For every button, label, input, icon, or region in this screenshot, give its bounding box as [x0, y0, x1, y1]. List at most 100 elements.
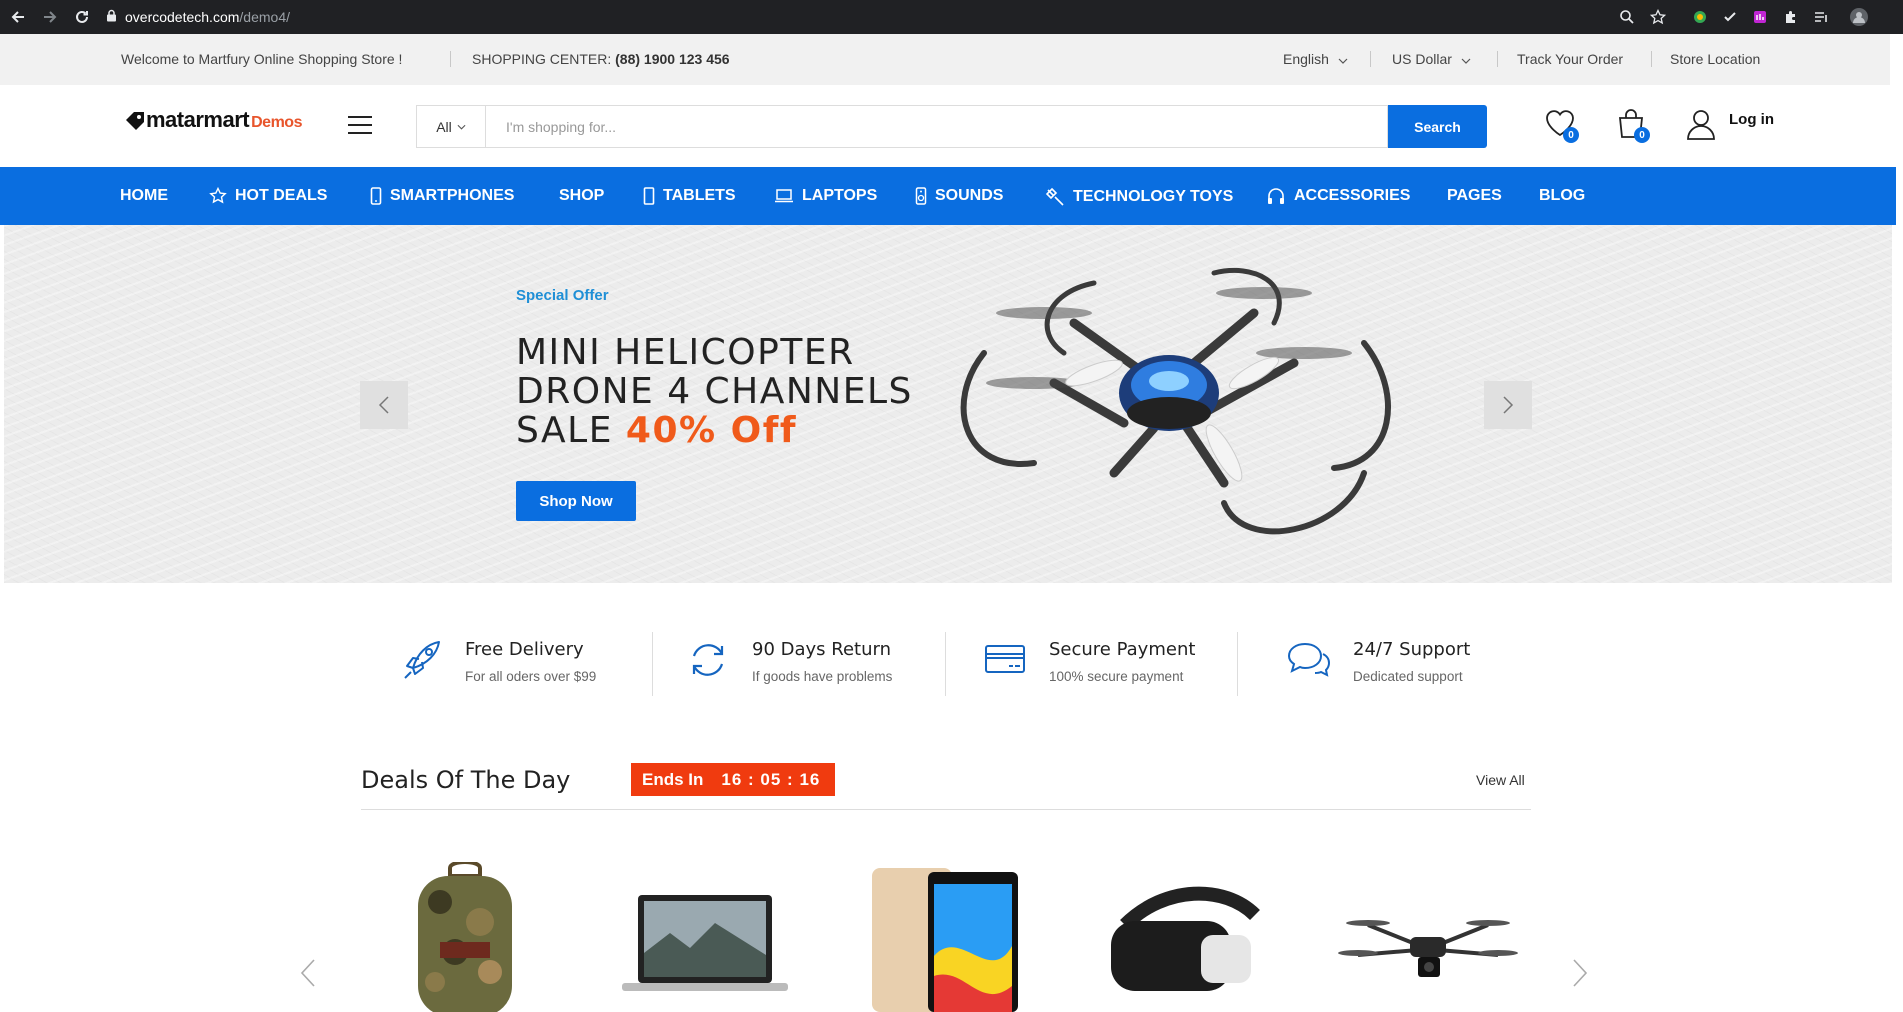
- nav-laptops[interactable]: LAPTOPS: [774, 187, 877, 205]
- language-label: English: [1283, 51, 1329, 67]
- back-icon[interactable]: [4, 3, 32, 31]
- nav-tablets[interactable]: TABLETS: [643, 187, 736, 205]
- chevron-down-icon: [1461, 58, 1471, 64]
- track-order-link[interactable]: Track Your Order: [1517, 51, 1623, 67]
- hero-line-3: SALE 40% Off: [516, 411, 913, 450]
- search-category-label: All: [436, 118, 452, 135]
- bookmark-star-icon[interactable]: [1646, 5, 1670, 29]
- nav-home[interactable]: HOME: [120, 187, 168, 205]
- reload-icon[interactable]: [68, 3, 96, 31]
- nav-smartphones[interactable]: SMARTPHONES: [370, 187, 514, 205]
- nav-label: TABLETS: [663, 187, 736, 204]
- laptop-product-image[interactable]: [620, 893, 790, 1003]
- account-button[interactable]: [1684, 107, 1722, 145]
- hero-prev-arrow[interactable]: [360, 381, 408, 429]
- deals-prev-arrow[interactable]: [300, 958, 316, 993]
- chevron-right-icon: [1573, 959, 1588, 987]
- currency-selector[interactable]: US Dollar: [1392, 51, 1471, 67]
- feature-divider: [1237, 632, 1238, 696]
- feature-title: Secure Payment: [1049, 639, 1196, 660]
- site-logo[interactable]: matarmart Demos: [124, 107, 302, 133]
- topbar-divider: [1497, 51, 1498, 67]
- deals-divider: [361, 809, 1531, 810]
- extensions-puzzle-icon[interactable]: [1779, 5, 1803, 29]
- currency-label: US Dollar: [1392, 51, 1452, 67]
- zoom-icon[interactable]: [1615, 5, 1639, 29]
- feature-title: 90 Days Return: [752, 639, 891, 660]
- tag-logo-icon: [126, 112, 144, 130]
- feature-support: 24/7 Support Dedicated support: [1287, 628, 1527, 692]
- feature-title: Free Delivery: [465, 639, 584, 660]
- topbar-divider: [1651, 51, 1652, 67]
- nav-technology-toys[interactable]: TECHNOLOGY TOYS: [1045, 187, 1233, 207]
- backpack-product-image[interactable]: [410, 862, 520, 1012]
- extension-grid-icon[interactable]: [1748, 5, 1772, 29]
- cart-button[interactable]: 0: [1614, 107, 1652, 145]
- store-location-link[interactable]: Store Location: [1670, 51, 1760, 67]
- nav-label: ACCESSORIES: [1294, 187, 1411, 204]
- site-header: matarmartDemos All Search 0 0 Log in: [0, 85, 1890, 167]
- search-button[interactable]: Search: [1388, 105, 1487, 148]
- camera-drone-product-image[interactable]: [1338, 905, 1518, 985]
- search-category-select[interactable]: All: [416, 105, 485, 148]
- feature-subtitle: 100% secure payment: [1049, 669, 1184, 684]
- url-path: /demo4/: [239, 9, 290, 25]
- ends-in-label: Ends In: [642, 769, 704, 789]
- chevron-down-icon: [1338, 58, 1348, 64]
- deals-title: Deals Of The Day: [361, 766, 571, 794]
- address-bar[interactable]: overcodetech.com/demo4/: [106, 4, 1716, 30]
- shop-now-button[interactable]: Shop Now: [516, 481, 636, 521]
- nav-shop[interactable]: SHOP: [559, 187, 604, 205]
- search-input[interactable]: [485, 105, 1388, 148]
- nav-accessories[interactable]: ACCESSORIES: [1266, 187, 1410, 205]
- lock-icon: [106, 9, 117, 25]
- feature-divider: [652, 632, 653, 696]
- nav-hot-deals[interactable]: HOT DEALS: [209, 187, 327, 205]
- tablet-icon: [643, 187, 655, 205]
- drone-product-image: [960, 267, 1391, 535]
- hero-line-1: MINI HELICOPTER: [516, 332, 855, 373]
- forward-icon[interactable]: [36, 3, 64, 31]
- shopping-center-text: SHOPPING CENTER: (88) 1900 123 456: [472, 51, 730, 67]
- chat-bubbles-icon: [1287, 642, 1331, 677]
- toy-icon: [1045, 187, 1064, 206]
- tablet-product-image[interactable]: [870, 866, 1020, 1012]
- view-all-link[interactable]: View All: [1476, 772, 1525, 788]
- deals-countdown-badge: Ends In 16 : 05 : 16: [631, 763, 835, 796]
- shopping-center-phone: (88) 1900 123 456: [615, 51, 730, 67]
- menu-hamburger-icon[interactable]: [348, 116, 372, 134]
- wishlist-button[interactable]: 0: [1543, 107, 1581, 145]
- hero-next-arrow[interactable]: [1484, 381, 1532, 429]
- hero-line-2: DRONE 4 CHANNELS: [516, 371, 913, 412]
- nav-pages[interactable]: PAGES: [1447, 187, 1502, 205]
- login-link[interactable]: Log in: [1729, 111, 1774, 128]
- feature-subtitle: Dedicated support: [1353, 669, 1463, 684]
- profile-avatar-icon[interactable]: [1847, 5, 1871, 29]
- reading-list-icon[interactable]: [1809, 5, 1833, 29]
- browser-toolbar: overcodetech.com/demo4/: [0, 0, 1903, 34]
- nav-label: TECHNOLOGY TOYS: [1073, 188, 1234, 205]
- topbar-divider: [1370, 51, 1371, 67]
- feature-subtitle: If goods have problems: [752, 669, 893, 684]
- nav-sounds[interactable]: SOUNDS: [915, 187, 1003, 205]
- nav-label: BLOG: [1539, 187, 1586, 204]
- top-info-bar: Welcome to Martfury Online Shopping Stor…: [0, 34, 1890, 85]
- feature-free-delivery: Free Delivery For all oders over $99: [399, 628, 639, 692]
- feature-days-return: 90 Days Return If goods have problems: [686, 628, 946, 692]
- nav-label: PAGES: [1447, 187, 1502, 204]
- extension-check-icon[interactable]: [1718, 5, 1742, 29]
- nav-label: LAPTOPS: [802, 187, 878, 204]
- nav-blog[interactable]: BLOG: [1539, 187, 1585, 205]
- chevron-left-icon: [300, 959, 315, 987]
- user-icon: [1687, 110, 1715, 140]
- nav-label: HOME: [120, 187, 168, 204]
- language-selector[interactable]: English: [1283, 51, 1348, 67]
- hero-headline: MINI HELICOPTER DRONE 4 CHANNELS SALE 40…: [516, 333, 913, 450]
- vr-headset-product-image[interactable]: [1105, 885, 1265, 1005]
- main-navigation: HOME HOT DEALS SMARTPHONES SHOP TABLETS …: [0, 167, 1896, 225]
- nav-label: SHOP: [559, 187, 605, 204]
- nav-label: SMARTPHONES: [390, 187, 515, 204]
- hero-sale-prefix: SALE: [516, 410, 626, 451]
- extension-color-icon[interactable]: [1688, 5, 1712, 29]
- deals-next-arrow[interactable]: [1572, 958, 1588, 993]
